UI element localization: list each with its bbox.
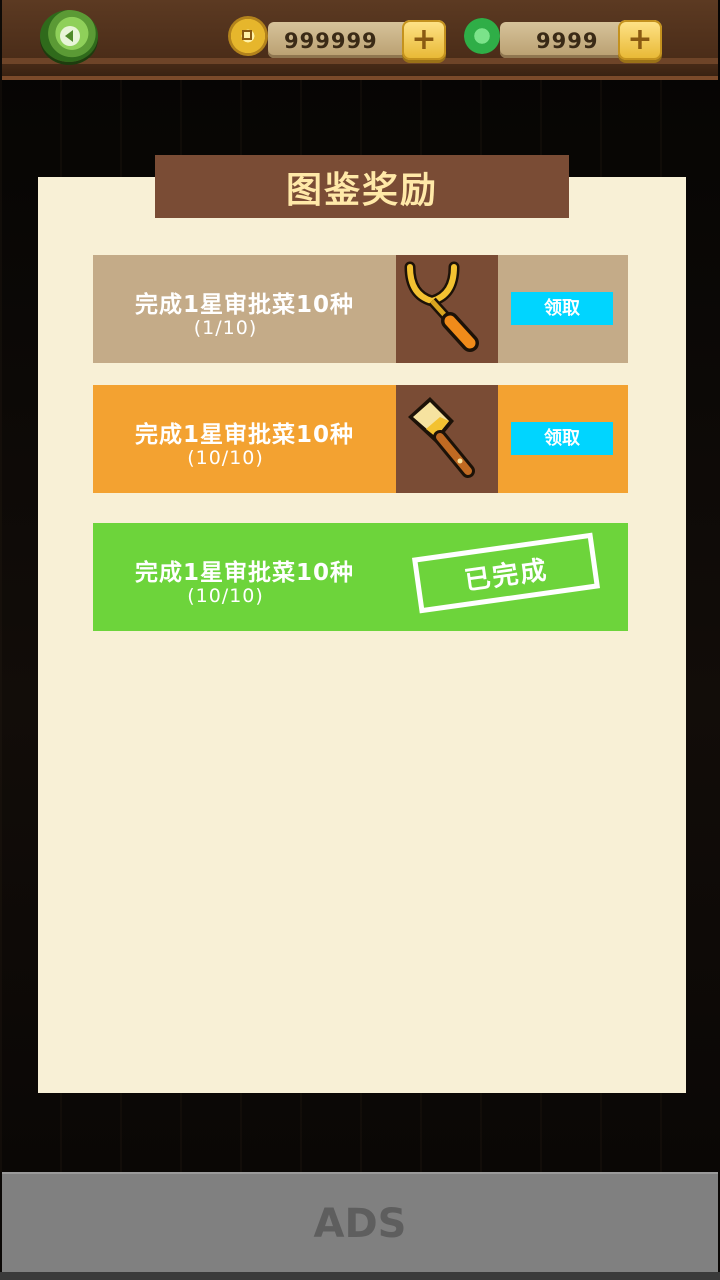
task-text: 完成1星审批菜10种 [134,560,354,586]
add-coins-button[interactable]: + [402,20,446,60]
completed-stamp: 已完成 [411,532,601,614]
coin-icon [228,16,268,56]
spatula-tool-icon [396,385,498,493]
task-text: 完成1星审批菜10种 [134,422,354,448]
task-progress: (10/10) [187,447,264,469]
fork-tool-icon [396,255,498,363]
task-progress: (1/10) [193,317,258,339]
reward-card: 完成1星审批菜10种 (10/10) 已完成 [93,523,628,631]
reward-card: 完成1星审批菜10种 (1/10) 领取 [93,255,628,363]
coin-counter: 999999 + [228,16,448,60]
gem-icon [464,18,500,54]
top-bar: 999999 + 9999 + [2,0,718,80]
bottom-strip [0,1272,720,1280]
task-progress: (10/10) [187,585,264,607]
claim-button[interactable]: 领取 [511,292,613,325]
gem-counter: 9999 + [460,18,662,60]
reward-card: 完成1星审批菜10种 (10/10) 领取 [93,385,628,493]
ads-banner[interactable]: ADS [2,1172,718,1274]
panel-title: 图鉴奖励 [155,155,569,218]
task-text: 完成1星审批菜10种 [134,292,354,318]
add-gems-button[interactable]: + [618,20,662,60]
back-button[interactable] [40,10,98,62]
back-arrow-icon [60,26,80,46]
gem-amount: 9999 [536,29,599,53]
claim-button[interactable]: 领取 [511,422,613,455]
coin-amount: 999999 [284,29,378,53]
